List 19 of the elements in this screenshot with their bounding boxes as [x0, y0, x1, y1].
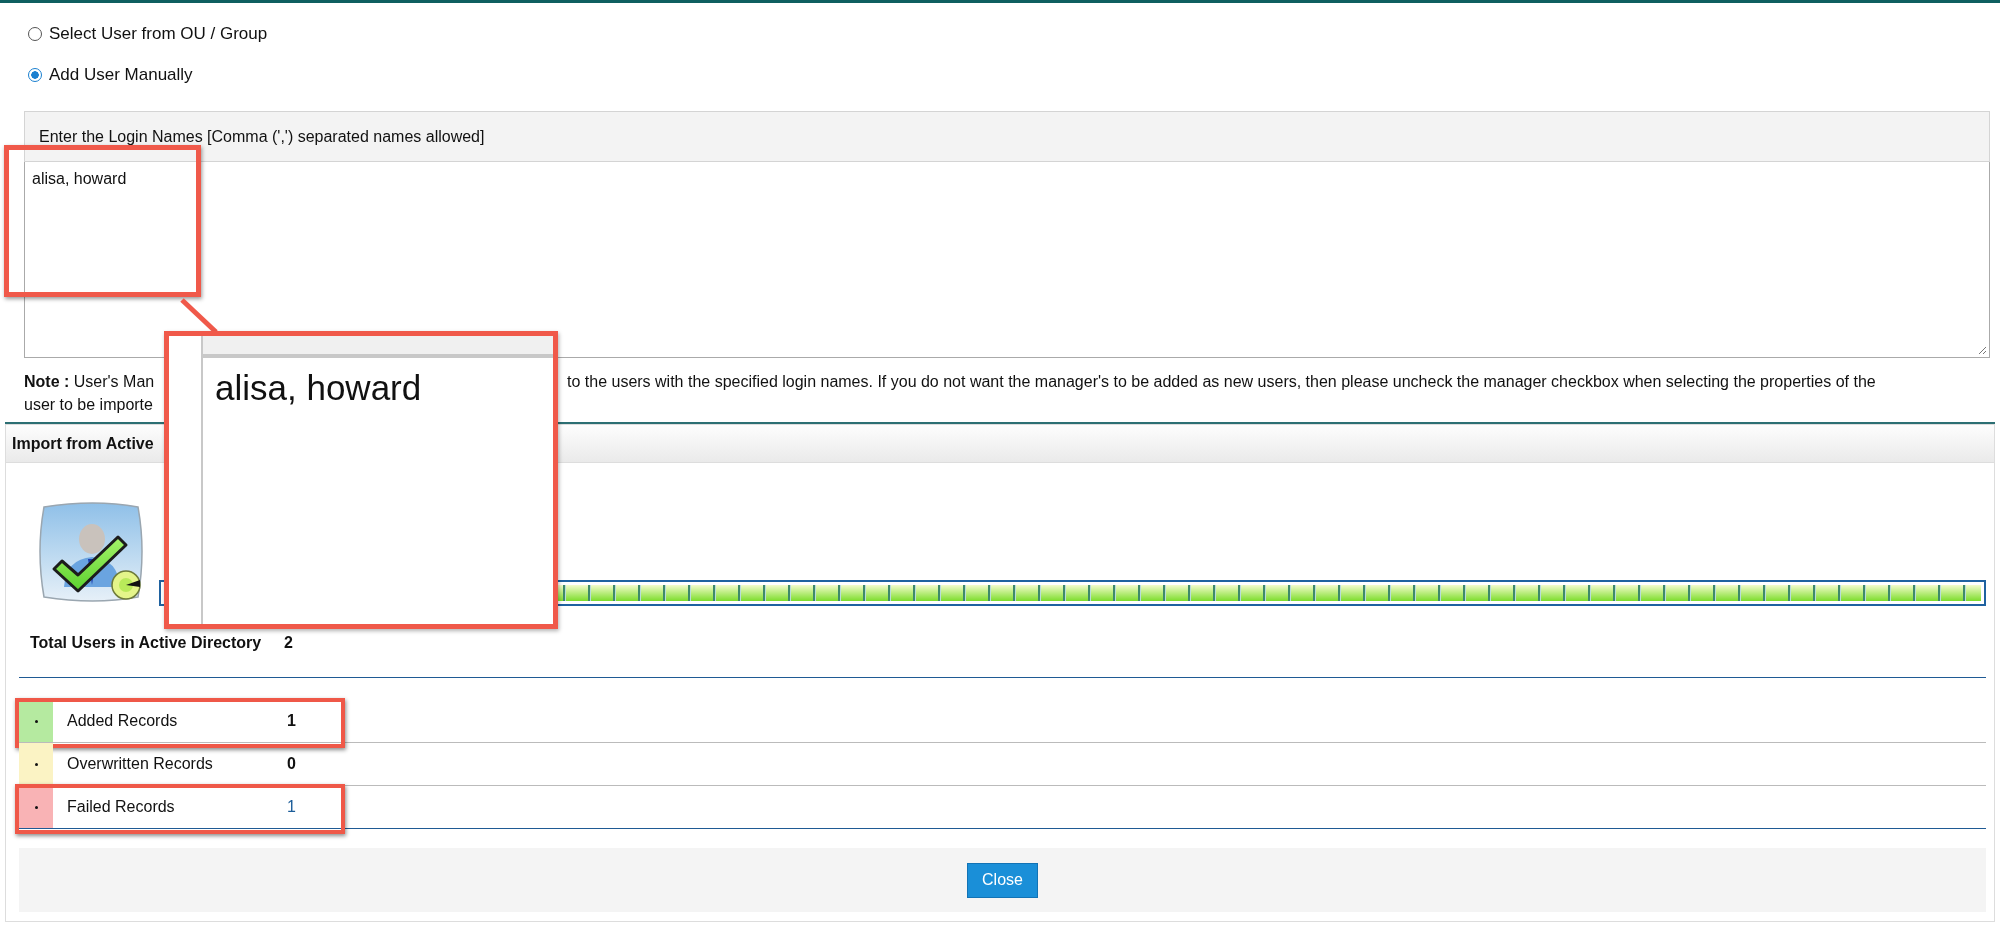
- record-label: Added Records: [66, 712, 179, 730]
- total-value: 2: [284, 634, 293, 652]
- record-label: Failed Records: [66, 798, 176, 816]
- callout-text: alisa, howard: [214, 367, 423, 409]
- record-label: Overwritten Records: [66, 755, 214, 773]
- section-header: Enter the Login Names [Comma (',') separated names allowed]: [24, 111, 1990, 162]
- record-count: 1: [287, 712, 296, 730]
- radio-button[interactable]: [28, 68, 42, 82]
- note-text: to the users with the specified login names. If you do not want the manager's to be added as new users, then please uncheck the manager checkbox when selecting the properties of the: [567, 372, 1876, 392]
- note-text: Note : User's Man: [24, 372, 156, 392]
- close-button[interactable]: Close: [967, 862, 1038, 898]
- record-count: 0: [287, 755, 296, 773]
- resize-grip-icon: [1978, 346, 1987, 355]
- total-label: Total Users in Active Directory: [30, 634, 263, 652]
- radio-option[interactable]: Select User from OU / Group: [28, 24, 2000, 44]
- panel-title: Import from Active: [12, 434, 154, 453]
- radio-option[interactable]: Add User Manually: [28, 65, 2000, 85]
- note-text: user to be importe: [24, 395, 153, 415]
- record-count-link[interactable]: 1: [287, 798, 296, 816]
